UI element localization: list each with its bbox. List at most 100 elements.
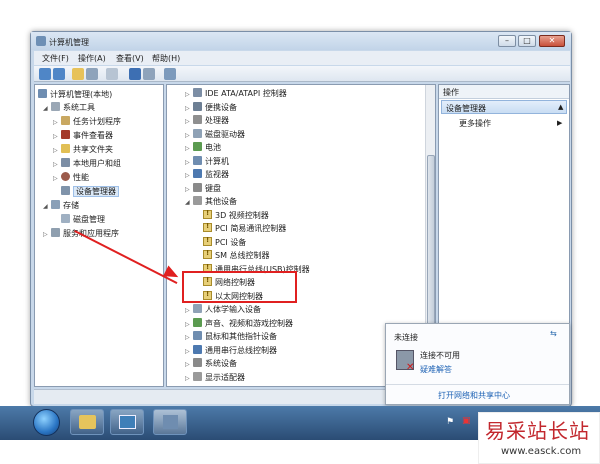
expand-icon[interactable]: ▷ bbox=[185, 172, 193, 179]
tray-flag-icon[interactable]: ⚑ bbox=[446, 417, 454, 427]
chevron-right-icon[interactable]: ▶ bbox=[557, 119, 562, 127]
device-tree-row[interactable]: ▷ 电池 bbox=[185, 142, 221, 155]
tree-item-device-manager[interactable]: 设备管理器 bbox=[61, 186, 119, 199]
expand-icon[interactable]: ▷ bbox=[185, 145, 193, 152]
device-tree-row[interactable]: ▷ 处理器 bbox=[185, 115, 229, 128]
device-tree-row[interactable]: ▷ 键盘 bbox=[185, 182, 221, 196]
expand-icon[interactable]: ▷ bbox=[53, 119, 61, 126]
back-arrow-icon[interactable] bbox=[39, 68, 51, 80]
expand-icon[interactable]: ▷ bbox=[185, 334, 193, 341]
network-refresh-icon[interactable]: ⇆ bbox=[550, 329, 557, 338]
more-actions[interactable]: 更多操作 bbox=[459, 118, 491, 129]
tree-system-tools[interactable]: ◢ 系统工具 bbox=[43, 102, 95, 115]
device-tree-row[interactable]: SM 总线控制器 bbox=[195, 249, 270, 263]
expand-icon[interactable]: ▷ bbox=[185, 307, 193, 314]
menu-action[interactable]: 操作(A) bbox=[78, 53, 106, 64]
device-category-icon bbox=[193, 169, 202, 178]
scan-hardware-icon[interactable] bbox=[164, 68, 176, 80]
warning-device-icon bbox=[203, 209, 212, 219]
device-label: 处理器 bbox=[205, 116, 229, 125]
shared-folder-icon bbox=[61, 144, 70, 153]
taskbar-media[interactable] bbox=[110, 409, 144, 435]
services-icon bbox=[51, 228, 60, 237]
expand-icon[interactable]: ▷ bbox=[185, 91, 193, 98]
device-tree-row[interactable]: ▷ 便携设备 bbox=[185, 101, 237, 115]
collapse-icon[interactable]: ◢ bbox=[43, 203, 51, 210]
expand-icon[interactable]: ▷ bbox=[185, 186, 193, 193]
device-manager-icon bbox=[61, 186, 70, 195]
expand-icon[interactable]: ▷ bbox=[185, 375, 193, 382]
tree-item-event-viewer[interactable]: ▷ 事件查看器 bbox=[53, 130, 113, 143]
expand-icon[interactable]: ▷ bbox=[185, 118, 193, 125]
open-network-center-link[interactable]: 打开网络和共享中心 bbox=[438, 390, 510, 401]
tree-root[interactable]: 计算机管理(本地) bbox=[38, 89, 112, 102]
tree-item-label: 设备管理器 bbox=[73, 186, 119, 197]
minimize-button[interactable]: – bbox=[498, 35, 516, 47]
expand-icon[interactable]: ▷ bbox=[185, 361, 193, 368]
taskbar-computer-management[interactable] bbox=[153, 409, 187, 435]
device-tree-row[interactable]: ▷ 监视器 bbox=[185, 169, 229, 182]
collapse-icon[interactable]: ◢ bbox=[43, 105, 51, 112]
device-tree-row[interactable]: ▷ IDE ATA/ATAPI 控制器 bbox=[185, 88, 287, 101]
actions-selected-label: 设备管理器 bbox=[446, 104, 486, 113]
menu-view[interactable]: 查看(V) bbox=[116, 53, 144, 64]
tree-disk-management[interactable]: 磁盘管理 bbox=[61, 214, 105, 227]
tree-item-task-scheduler[interactable]: ▷ 任务计划程序 bbox=[53, 116, 121, 129]
tree-item-performance[interactable]: ▷ 性能 bbox=[53, 172, 89, 185]
warning-device-icon bbox=[203, 249, 212, 259]
start-button[interactable] bbox=[33, 409, 60, 436]
tree-item-label: 共享文件夹 bbox=[73, 145, 113, 154]
tree-item-local-users[interactable]: ▷ 本地用户和组 bbox=[53, 158, 121, 171]
expand-icon[interactable]: ▷ bbox=[185, 159, 193, 166]
device-tree-row[interactable]: PCI 设备 bbox=[195, 236, 246, 250]
menu-file[interactable]: 文件(F) bbox=[42, 53, 69, 64]
actions-device-manager[interactable]: 设备管理器 ▲ bbox=[441, 100, 567, 114]
device-label: 通用串行总线控制器 bbox=[205, 345, 277, 355]
device-tree-row[interactable]: ▷ 声音、视频和游戏控制器 bbox=[185, 317, 293, 331]
device-category-icon bbox=[193, 142, 202, 151]
close-button[interactable]: ✕ bbox=[539, 35, 565, 47]
device-tree-row[interactable]: PCI 简易通讯控制器 bbox=[195, 222, 286, 236]
action-pane-icon[interactable] bbox=[143, 68, 155, 80]
expand-icon[interactable]: ▷ bbox=[43, 231, 51, 238]
clock-icon bbox=[61, 116, 70, 125]
device-tree-row[interactable]: ◢ 其他设备 bbox=[185, 196, 237, 209]
help-icon[interactable] bbox=[129, 68, 141, 80]
tools-icon bbox=[51, 102, 60, 111]
device-tree-row[interactable]: ▷ 显示适配器 bbox=[185, 371, 245, 385]
device-tree-row[interactable]: ▷ 人体学输入设备 bbox=[185, 304, 261, 317]
device-tree-row[interactable]: ▷ 磁盘驱动器 bbox=[185, 128, 245, 142]
tree-storage[interactable]: ◢ 存储 bbox=[43, 200, 79, 213]
maximize-button[interactable]: □ bbox=[518, 35, 536, 47]
collapse-icon[interactable]: ◢ bbox=[185, 199, 193, 206]
menu-help[interactable]: 帮助(H) bbox=[152, 53, 180, 64]
taskbar-explorer[interactable] bbox=[70, 409, 104, 435]
device-tree-row[interactable]: ▷ 通用串行总线控制器 bbox=[185, 344, 277, 358]
forward-arrow-icon[interactable] bbox=[53, 68, 65, 80]
properties-icon[interactable] bbox=[106, 68, 118, 80]
show-tree-icon[interactable] bbox=[86, 68, 98, 80]
expand-icon[interactable]: ▷ bbox=[53, 147, 61, 154]
device-label: 鼠标和其他指针设备 bbox=[205, 332, 277, 341]
expand-icon[interactable]: ▷ bbox=[53, 175, 61, 182]
expand-icon[interactable]: ▷ bbox=[185, 132, 193, 139]
device-label: 人体学输入设备 bbox=[205, 305, 261, 314]
expand-icon[interactable]: ▷ bbox=[185, 348, 193, 355]
up-folder-icon[interactable] bbox=[72, 68, 84, 80]
tray-network-icon[interactable]: ▣ bbox=[462, 416, 471, 426]
device-label: 电池 bbox=[205, 143, 221, 152]
expand-icon[interactable]: ▷ bbox=[53, 161, 61, 168]
collapse-up-icon[interactable]: ▲ bbox=[558, 103, 563, 111]
device-label: 键盘 bbox=[205, 183, 221, 193]
expand-icon[interactable]: ▷ bbox=[185, 321, 193, 328]
device-tree-row[interactable]: 3D 视频控制器 bbox=[195, 209, 269, 223]
title-bar[interactable]: 计算机管理 – □ ✕ bbox=[31, 32, 571, 50]
device-tree-row[interactable]: ▷ 系统设备 bbox=[185, 358, 237, 371]
device-tree-row[interactable]: ▷ 计算机 bbox=[185, 155, 229, 169]
expand-icon[interactable]: ▷ bbox=[53, 133, 61, 140]
troubleshoot-link[interactable]: 疑难解答 bbox=[420, 364, 452, 375]
device-label: 3D 视频控制器 bbox=[215, 210, 269, 220]
tree-item-shared-folders[interactable]: ▷ 共享文件夹 bbox=[53, 144, 113, 157]
device-tree-row[interactable]: ▷ 鼠标和其他指针设备 bbox=[185, 331, 277, 344]
expand-icon[interactable]: ▷ bbox=[185, 105, 193, 112]
